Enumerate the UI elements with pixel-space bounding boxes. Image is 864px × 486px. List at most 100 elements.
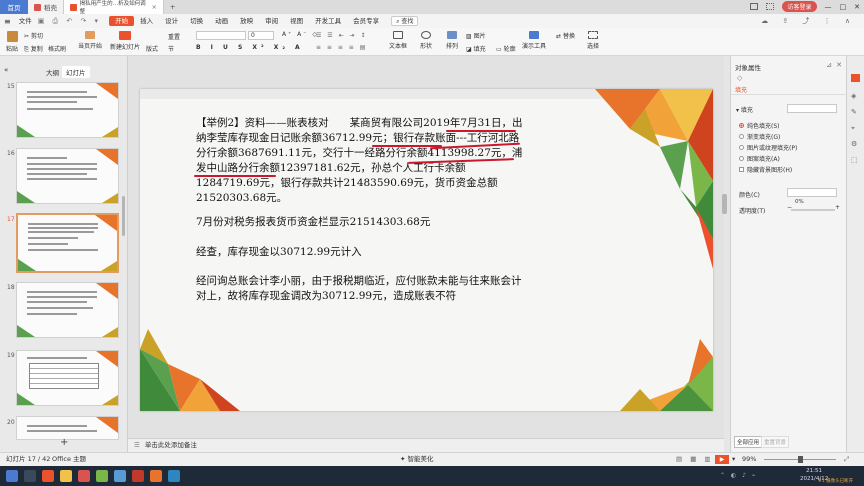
- transparency-slider[interactable]: [791, 209, 835, 211]
- close-window-icon[interactable]: ✕: [854, 3, 860, 11]
- canvas-scrollbar[interactable]: [722, 194, 727, 214]
- select-button[interactable]: 选择: [584, 31, 602, 50]
- from-start-button[interactable]: 当页开始: [78, 31, 102, 50]
- thumbnail-scrollbar[interactable]: [122, 196, 125, 236]
- tool-icon[interactable]: ◈: [851, 92, 856, 100]
- tab-document[interactable]: 揭私用产生的…析及如何调整 ×: [64, 0, 164, 15]
- radio-picture-fill[interactable]: 图片或纹理填充(P): [739, 143, 797, 152]
- notes-bar[interactable]: ☰ 单击此处添加备注: [128, 438, 724, 452]
- reset-button[interactable]: 重置: [168, 32, 180, 41]
- menu-developer[interactable]: 开发工具: [309, 14, 347, 28]
- font-size-dropdown[interactable]: 0: [248, 31, 274, 40]
- menu-file[interactable]: 文件: [13, 14, 38, 28]
- copy-button[interactable]: ⎘ 复制: [24, 44, 43, 54]
- text-format-buttons[interactable]: B I U S X² X₂ A: [196, 44, 304, 51]
- menu-view[interactable]: 视图: [284, 14, 309, 28]
- menu-icon[interactable]: ≡: [4, 17, 11, 26]
- grid-icon[interactable]: [766, 3, 775, 10]
- app-icon[interactable]: [60, 470, 72, 482]
- reset-background-button[interactable]: 重置背景: [761, 436, 790, 448]
- tray-icons[interactable]: ⌃ ◐ ♪ ⌁: [720, 472, 757, 479]
- outline-button[interactable]: ▭ 轮廓: [496, 44, 516, 53]
- menu-slideshow[interactable]: 放映: [234, 14, 259, 28]
- layout-icon[interactable]: [750, 3, 759, 10]
- search-taskbar-icon[interactable]: [24, 470, 36, 482]
- layout-button[interactable]: 版式: [146, 44, 158, 53]
- slide-paragraph-2[interactable]: 7月份对税务报表货币资金栏显示21514303.68元: [196, 215, 526, 230]
- slide-paragraph-3[interactable]: 经查，库存现金以30712.99元计入: [196, 245, 526, 260]
- beautify-button[interactable]: ✦ 智能美化: [400, 453, 434, 466]
- app-icon[interactable]: [132, 470, 144, 482]
- replace-button[interactable]: ⇄ 替换: [556, 31, 575, 40]
- shape-button[interactable]: 形状: [414, 31, 438, 50]
- image-button[interactable]: ▨ 图片: [466, 31, 486, 40]
- pane-pin-icon[interactable]: ⊿: [826, 61, 832, 69]
- radio-solid-fill[interactable]: 纯色填充(S): [739, 121, 780, 130]
- menu-home[interactable]: 开始: [109, 16, 135, 26]
- menu-design[interactable]: 设计: [159, 14, 184, 28]
- search-box[interactable]: ⌕ 查找: [391, 16, 419, 26]
- collapse-pane-icon[interactable]: «: [4, 66, 8, 74]
- menu-transition[interactable]: 切换: [184, 14, 209, 28]
- slide-thumbnail-17[interactable]: [16, 213, 119, 273]
- tab-daoke[interactable]: 稻壳: [28, 0, 64, 14]
- menu-insert[interactable]: 插入: [134, 14, 159, 28]
- section-button[interactable]: 节: [168, 44, 174, 53]
- tab-outline[interactable]: 大纲: [42, 66, 63, 78]
- windows-start-icon[interactable]: [6, 470, 18, 482]
- app-icon[interactable]: [42, 470, 54, 482]
- menu-review[interactable]: 审阅: [259, 14, 284, 28]
- fill-color-dropdown[interactable]: [787, 104, 837, 113]
- add-tab-button[interactable]: +: [164, 0, 181, 14]
- fit-window-icon[interactable]: ⤢: [844, 453, 849, 466]
- cloud-icons[interactable]: ☁ ⇪ ⤴ ⋮ ∧: [761, 16, 856, 26]
- align-buttons[interactable]: ≡ ≡ ≡ ≡ ▤: [316, 44, 367, 51]
- app-icon[interactable]: [150, 470, 162, 482]
- slide[interactable]: 【举例2】资料——账表核对 某商贸有限公司2019年7月31日，出纳李莹库存现金…: [140, 89, 713, 411]
- textbox-button[interactable]: 文本框: [385, 31, 411, 50]
- slide-thumbnail-18[interactable]: [16, 282, 119, 338]
- app-icon[interactable]: [96, 470, 108, 482]
- slide-thumbnail-15[interactable]: [16, 82, 119, 138]
- radio-pattern-fill[interactable]: 图案填充(A): [739, 154, 780, 163]
- zoom-menu-icon[interactable]: ▾: [732, 453, 735, 466]
- color-dropdown[interactable]: [787, 188, 837, 197]
- quick-access-icons[interactable]: ▣ ⎙ ↶ ↷ ▾: [38, 17, 101, 26]
- maximize-icon[interactable]: □: [840, 3, 847, 11]
- menu-animation[interactable]: 动画: [209, 14, 234, 28]
- play-slideshow-button[interactable]: ▶: [715, 455, 729, 464]
- fill-section-title[interactable]: ▾ 填充: [736, 105, 753, 114]
- menu-member[interactable]: 会员专享: [347, 14, 385, 28]
- paste-button[interactable]: 粘贴: [4, 31, 20, 53]
- font-family-dropdown[interactable]: [196, 31, 246, 40]
- font-grow-shrink[interactable]: A⁺ A⁻ ◇: [282, 31, 319, 38]
- login-button[interactable]: 访客登录: [782, 1, 817, 12]
- slide-paragraph-4[interactable]: 经问询总账会计李小丽，由于报税期临近，应付账款未能与往来账会计对上，故将库存现金…: [196, 274, 526, 304]
- tool-icon[interactable]: ✎: [851, 108, 857, 116]
- app-icon[interactable]: [78, 470, 90, 482]
- minimize-icon[interactable]: —: [825, 3, 832, 11]
- paragraph-buttons[interactable]: ☰ ☰ ⇤ ⇥ ↕: [316, 32, 367, 39]
- home-tab[interactable]: 首页: [0, 0, 28, 14]
- tool-icon[interactable]: ⚙: [851, 140, 857, 148]
- slide-thumbnail-19[interactable]: [16, 350, 119, 406]
- zoom-slider-thumb[interactable]: [798, 456, 803, 463]
- slide-thumbnail-16[interactable]: [16, 148, 119, 204]
- new-slide-button[interactable]: 新建幻灯片: [110, 31, 140, 51]
- app-icon[interactable]: [168, 470, 180, 482]
- tab-slides[interactable]: 幻灯片: [62, 66, 90, 78]
- presenter-button[interactable]: 演示工具: [520, 31, 548, 50]
- app-icon[interactable]: [114, 470, 126, 482]
- format-painter-button[interactable]: 格式刷: [48, 44, 66, 53]
- radio-gradient-fill[interactable]: 渐变填充(G): [739, 132, 780, 141]
- tool-icon[interactable]: ⌖: [851, 124, 855, 133]
- arrange-button[interactable]: 排列: [440, 31, 464, 50]
- tool-icon[interactable]: ⬚: [851, 156, 858, 164]
- close-icon[interactable]: ×: [152, 3, 157, 11]
- properties-icon[interactable]: [851, 74, 860, 82]
- transparency-plus-icon[interactable]: +: [835, 204, 840, 211]
- add-slide-button[interactable]: +: [60, 437, 68, 448]
- hide-background-checkbox[interactable]: 隐藏背景图形(H): [739, 165, 792, 174]
- apply-all-button[interactable]: 全部应用: [734, 436, 763, 448]
- transparency-minus-icon[interactable]: −: [787, 204, 792, 211]
